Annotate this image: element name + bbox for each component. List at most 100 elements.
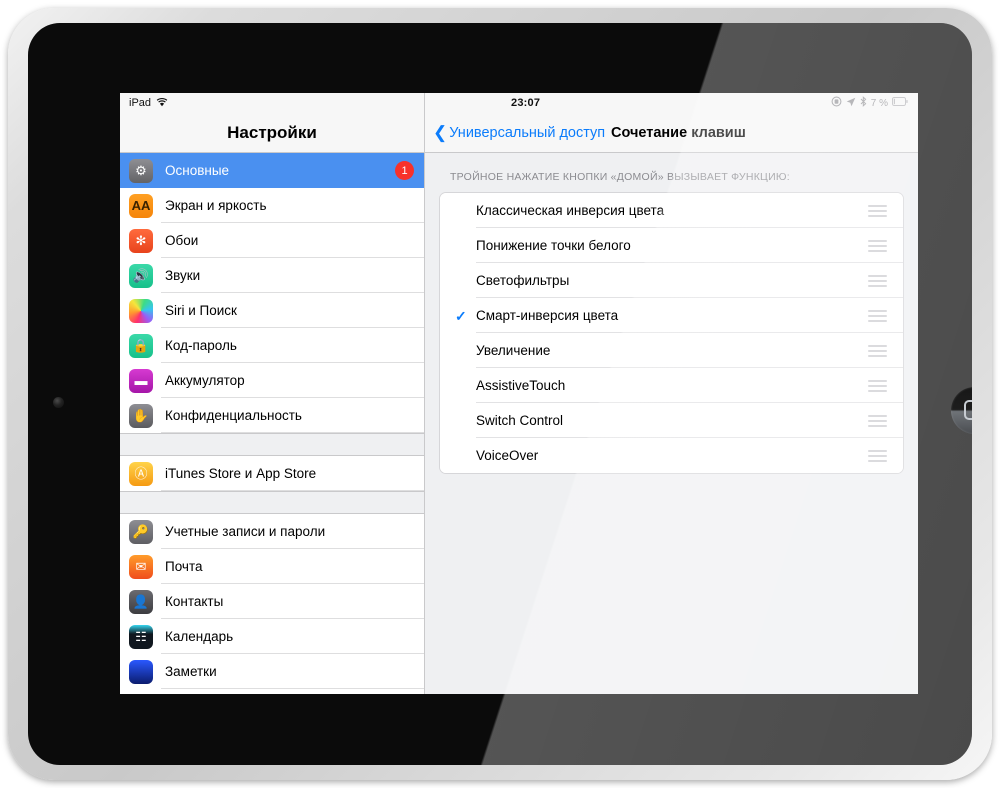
sidebar-item-list[interactable]: ⚙ Основные 1 AA Экран и яркость ✻ Обои 🔊 Звуки Si… — [120, 153, 424, 694]
contacts-icon: 👤 — [129, 589, 153, 614]
sidebar-item-calendar[interactable]: ☷ Календарь — [120, 619, 424, 654]
sidebar-item-label: Почта — [165, 559, 203, 574]
sidebar-item-label: Siri и Поиск — [165, 303, 237, 318]
list-item[interactable]: Классическая инверсия цвета — [440, 193, 903, 228]
list-item[interactable]: Светофильтры — [440, 263, 903, 298]
detail-panel: 23:07 7 % ❮ Универсальный доступ Сочетан… — [425, 93, 918, 694]
display-aa-icon: AA — [129, 193, 153, 218]
sidebar-item-app-store[interactable]: ⒶiTunes Store и App Store — [120, 456, 424, 491]
lock-icon: 🔒 — [129, 333, 153, 358]
sidebar-item-label: Обои — [165, 233, 199, 248]
ipad-device-frame: iPad Настройки ⚙ Основные 1 AA Экран и яркос… — [8, 8, 992, 780]
reorder-handle-icon[interactable] — [868, 204, 887, 217]
back-button-label: Универсальный доступ — [449, 124, 606, 141]
checkmark-icon: ✓ — [455, 307, 467, 324]
list-item-label: Классическая инверсия цвета — [476, 203, 665, 218]
reorder-handle-icon[interactable] — [868, 309, 887, 322]
sidebar-title-bar: Настройки — [120, 113, 424, 153]
reorder-handle-icon[interactable] — [868, 379, 887, 392]
sidebar-item-label: iTunes Store и App Store — [165, 466, 317, 481]
sidebar-item-label: Конфиденциальность — [165, 408, 302, 423]
sidebar-item-lock[interactable]: 🔒 Код-пароль — [120, 328, 424, 363]
sidebar-item-label: Контакты — [165, 594, 224, 609]
sidebar-item-mail[interactable]: ✉ Почта — [120, 549, 424, 584]
list-item-label: Switch Control — [476, 413, 564, 428]
sidebar-item-contacts[interactable]: 👤 Контакты — [120, 584, 424, 619]
detail-status-bar: 23:07 7 % — [425, 93, 918, 113]
detail-page-title: Сочетание клавиш — [611, 124, 746, 141]
chevron-left-icon: ❮ — [433, 123, 448, 142]
reorder-handle-icon[interactable] — [868, 449, 887, 462]
back-button[interactable]: ❮ Универсальный доступ — [433, 124, 605, 141]
siri-icon — [129, 298, 153, 323]
hand-icon: ✋ — [129, 403, 153, 428]
list-item-label: Увеличение — [476, 343, 551, 358]
screen-rotation-lock-icon — [831, 96, 842, 110]
sidebar-item-siri[interactable]: Siri и Поиск — [120, 293, 424, 328]
ipad-bezel: iPad Настройки ⚙ Основные 1 AA Экран и яркос… — [28, 23, 972, 765]
list-item[interactable]: ✓ Смарт-инверсия цвета — [440, 298, 903, 333]
sidebar-item-display-aa[interactable]: AA Экран и яркость — [120, 188, 424, 223]
front-camera-icon — [53, 397, 64, 408]
sidebar-item-key[interactable]: 🔑 Учетные записи и пароли — [120, 514, 424, 549]
list-item[interactable]: Понижение точки белого — [440, 228, 903, 263]
battery-icon — [892, 97, 908, 109]
sidebar-item-label: Учетные записи и пароли — [165, 524, 326, 539]
sidebar-item-battery[interactable]: ▬ Аккумулятор — [120, 363, 424, 398]
list-item[interactable]: Switch Control — [440, 403, 903, 438]
sidebar-status-bar: iPad — [120, 93, 424, 113]
list-item-label: VoiceOver — [476, 448, 539, 463]
detail-nav-bar: ❮ Универсальный доступ Сочетание клавиш — [425, 113, 918, 153]
bluetooth-icon — [860, 96, 867, 110]
location-arrow-icon — [846, 97, 856, 110]
sidebar-item-label: Экран и яркость — [165, 198, 267, 213]
sidebar-group-separator — [120, 491, 424, 514]
speaker-icon: 🔊 — [129, 263, 153, 288]
calendar-icon: ☷ — [129, 624, 153, 649]
home-button[interactable] — [951, 387, 972, 434]
reorder-handle-icon[interactable] — [868, 414, 887, 427]
sidebar-item-label: Основные — [165, 163, 230, 178]
detail-body: ТРОЙНОЕ НАЖАТИЕ КНОПКИ «ДОМОЙ» ВЫЗЫВАЕТ … — [425, 153, 918, 694]
sidebar-item-label: Календарь — [165, 629, 234, 644]
status-clock: 23:07 — [511, 97, 541, 109]
settings-sidebar: iPad Настройки ⚙ Основные 1 AA Экран и яркос… — [120, 93, 425, 694]
sidebar-group-separator — [120, 433, 424, 456]
status-indicators: 7 % — [831, 96, 908, 110]
reorder-handle-icon[interactable] — [868, 344, 887, 357]
list-item[interactable]: VoiceOver — [440, 438, 903, 473]
battery-percent-label: 7 % — [870, 97, 888, 109]
sidebar-item-speaker[interactable]: 🔊 Звуки — [120, 258, 424, 293]
notes-icon — [129, 659, 153, 684]
list-item[interactable]: AssistiveTouch — [440, 368, 903, 403]
key-icon: 🔑 — [129, 519, 153, 544]
ipad-screen: iPad Настройки ⚙ Основные 1 AA Экран и яркос… — [120, 93, 918, 694]
list-item-label: Светофильтры — [476, 273, 570, 288]
sidebar-item-gear[interactable]: ⚙ Основные 1 — [120, 153, 424, 188]
list-item[interactable]: Увеличение — [440, 333, 903, 368]
home-square-icon — [964, 400, 972, 420]
mail-icon: ✉ — [129, 554, 153, 579]
reorder-handle-icon[interactable] — [868, 274, 887, 287]
carrier-label: iPad — [129, 97, 152, 109]
sidebar-item-wallpaper[interactable]: ✻ Обои — [120, 223, 424, 258]
app-store-icon: Ⓐ — [129, 461, 153, 486]
sidebar-item-label: Звуки — [165, 268, 201, 283]
sidebar-item-label: Код-пароль — [165, 338, 237, 353]
wifi-icon — [156, 97, 168, 110]
gear-icon: ⚙ — [129, 158, 153, 183]
page-title: Настройки — [227, 122, 317, 142]
sidebar-item-notes[interactable]: Заметки — [120, 654, 424, 689]
list-item-label: Смарт-инверсия цвета — [476, 308, 619, 323]
list-item-label: AssistiveTouch — [476, 378, 566, 393]
reorder-handle-icon[interactable] — [868, 239, 887, 252]
sidebar-item-hand[interactable]: ✋ Конфиденциальность — [120, 398, 424, 433]
shortcut-options-list[interactable]: Классическая инверсия цвета Понижение точ… — [439, 192, 904, 474]
list-item-label: Понижение точки белого — [476, 238, 631, 253]
sidebar-item-label: Заметки — [165, 664, 217, 679]
section-header-label: ТРОЙНОЕ НАЖАТИЕ КНОПКИ «ДОМОЙ» ВЫЗЫВАЕТ … — [450, 171, 790, 183]
status-badge: 1 — [395, 161, 414, 180]
wallpaper-icon: ✻ — [129, 228, 153, 253]
sidebar-item-label: Аккумулятор — [165, 373, 245, 388]
battery-icon: ▬ — [129, 368, 153, 393]
